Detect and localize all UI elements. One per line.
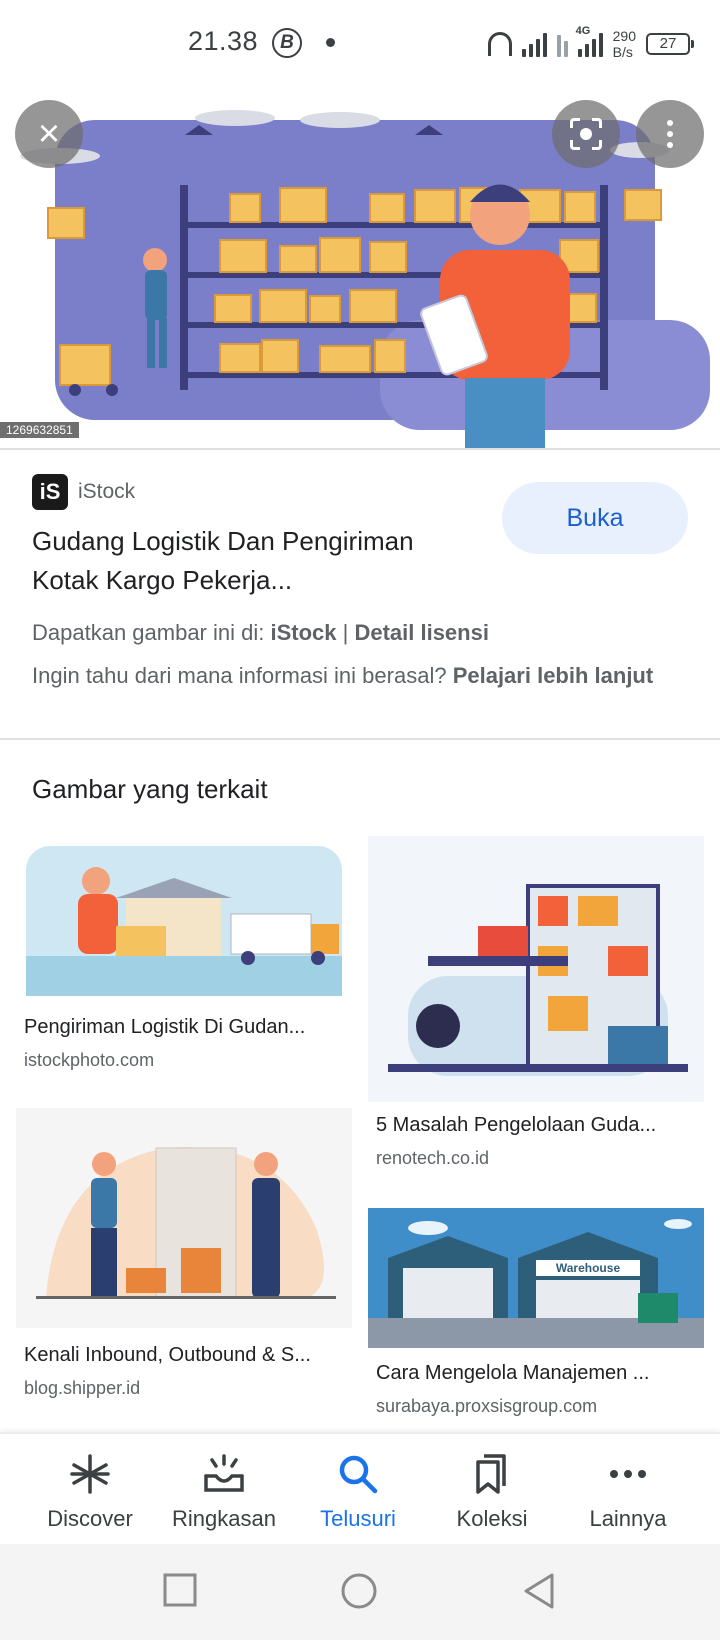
source-logo: iS	[32, 474, 68, 510]
delivery-illustration	[26, 846, 342, 996]
data-arrows-icon	[556, 31, 568, 57]
source-name: iStock	[78, 480, 136, 503]
license-detail-link[interactable]: Detail lisensi	[354, 620, 489, 645]
related-card[interactable]: Kenali Inbound, Outbound & S... blog.shi…	[16, 1108, 352, 1404]
asterisk-icon	[70, 1454, 110, 1494]
b-app-icon: B	[272, 28, 302, 58]
learn-line: Ingin tahu dari mana informasi ini beras…	[32, 660, 692, 692]
nav-label: Koleksi	[456, 1506, 528, 1531]
hero-image[interactable]: 1269632851 ×	[0, 90, 720, 448]
related-site: istockphoto.com	[24, 1050, 155, 1070]
nav-koleksi[interactable]: Koleksi	[420, 1434, 564, 1546]
nav-label: Ringkasan	[172, 1506, 276, 1531]
related-thumbnail	[16, 1108, 352, 1328]
related-thumbnail	[16, 836, 352, 1004]
bottom-navigation: Discover Ringkasan Telusuri Koleksi Lain…	[0, 1432, 720, 1544]
source-row[interactable]: iS iStock	[32, 474, 135, 510]
close-icon: ×	[37, 113, 61, 155]
circle-icon[interactable]	[340, 1572, 378, 1610]
signal-icon	[521, 31, 547, 57]
license-sep: |	[336, 620, 355, 645]
notification-dot-icon	[326, 38, 335, 47]
status-bar: 21.38 B 4G 290 B/s 27	[0, 0, 720, 90]
related-title: Kenali Inbound, Outbound & S...	[24, 1344, 311, 1366]
warehouse-problem-illustration	[368, 836, 704, 1102]
more-options-button[interactable]	[636, 100, 704, 168]
license-line: Dapatkan gambar ini di: iStock | Detail …	[32, 620, 489, 646]
related-heading: Gambar yang terkait	[32, 774, 268, 804]
net-speed-value: 290	[612, 28, 636, 44]
inbound-outbound-illustration	[16, 1108, 352, 1328]
nav-ringkasan[interactable]: Ringkasan	[152, 1434, 296, 1546]
license-prefix: Dapatkan gambar ini di:	[32, 620, 271, 645]
warehouse-buildings-illustration: Warehouse	[368, 1208, 704, 1348]
net-speed: 290 B/s	[613, 28, 636, 60]
related-thumbnail	[368, 836, 704, 1102]
net-speed-unit: B/s	[612, 44, 633, 60]
more-horiz-icon	[610, 1470, 646, 1478]
nav-lainnya[interactable]: Lainnya	[556, 1434, 700, 1546]
result-title[interactable]: Gudang Logistik Dan Pengiriman Kotak Kar…	[32, 522, 472, 600]
nav-label: Lainnya	[589, 1506, 667, 1531]
learn-more-link[interactable]: Pelajari lebih lanjut	[453, 663, 654, 688]
headset-icon	[487, 32, 512, 56]
related-card[interactable]: Warehouse Cara Mengelola Manajemen ... s…	[368, 1208, 704, 1418]
status-time: 21.38	[188, 26, 259, 56]
signal-4g: 4G	[576, 25, 603, 57]
system-navigation	[0, 1544, 720, 1640]
nav-telusuri[interactable]: Telusuri	[286, 1434, 430, 1546]
search-icon	[339, 1455, 378, 1494]
warehouse-sign-text: Warehouse	[556, 1261, 621, 1275]
bookmarks-icon	[476, 1454, 506, 1494]
learn-prefix: Ingin tahu dari mana informasi ini beras…	[32, 663, 453, 688]
related-card[interactable]: 5 Masalah Pengelolaan Guda... renotech.c…	[368, 836, 704, 1168]
related-title: Cara Mengelola Manajemen ...	[376, 1362, 650, 1384]
related-title: Pengiriman Logistik Di Gudan...	[24, 1016, 306, 1038]
related-thumbnail: Warehouse	[368, 1208, 704, 1348]
nav-discover[interactable]: Discover	[18, 1434, 162, 1546]
battery-icon: 27	[646, 33, 694, 55]
network-type: 4G	[575, 25, 591, 37]
lens-search-button[interactable]	[552, 100, 620, 168]
open-button[interactable]: Buka	[502, 482, 688, 554]
related-site: blog.shipper.id	[24, 1378, 141, 1398]
image-id-label: 1269632851	[0, 422, 79, 438]
related-site: renotech.co.id	[376, 1148, 490, 1168]
tray-icon	[204, 1454, 244, 1492]
triangle-back-icon[interactable]	[522, 1572, 556, 1610]
divider	[0, 738, 720, 740]
divider	[0, 448, 720, 450]
close-button[interactable]: ×	[15, 100, 83, 168]
license-source-link[interactable]: iStock	[270, 620, 336, 645]
nav-label: Telusuri	[320, 1506, 396, 1531]
square-icon[interactable]	[162, 1572, 198, 1608]
nav-label: Discover	[47, 1506, 133, 1531]
status-icons: 4G 290 B/s 27	[487, 22, 694, 66]
related-card[interactable]: Pengiriman Logistik Di Gudan... istockph…	[16, 836, 352, 1076]
related-title: 5 Masalah Pengelolaan Guda...	[376, 1114, 657, 1136]
lens-icon	[570, 118, 602, 150]
more-vert-icon	[667, 120, 673, 148]
related-site: surabaya.proxsisgroup.com	[376, 1396, 598, 1416]
